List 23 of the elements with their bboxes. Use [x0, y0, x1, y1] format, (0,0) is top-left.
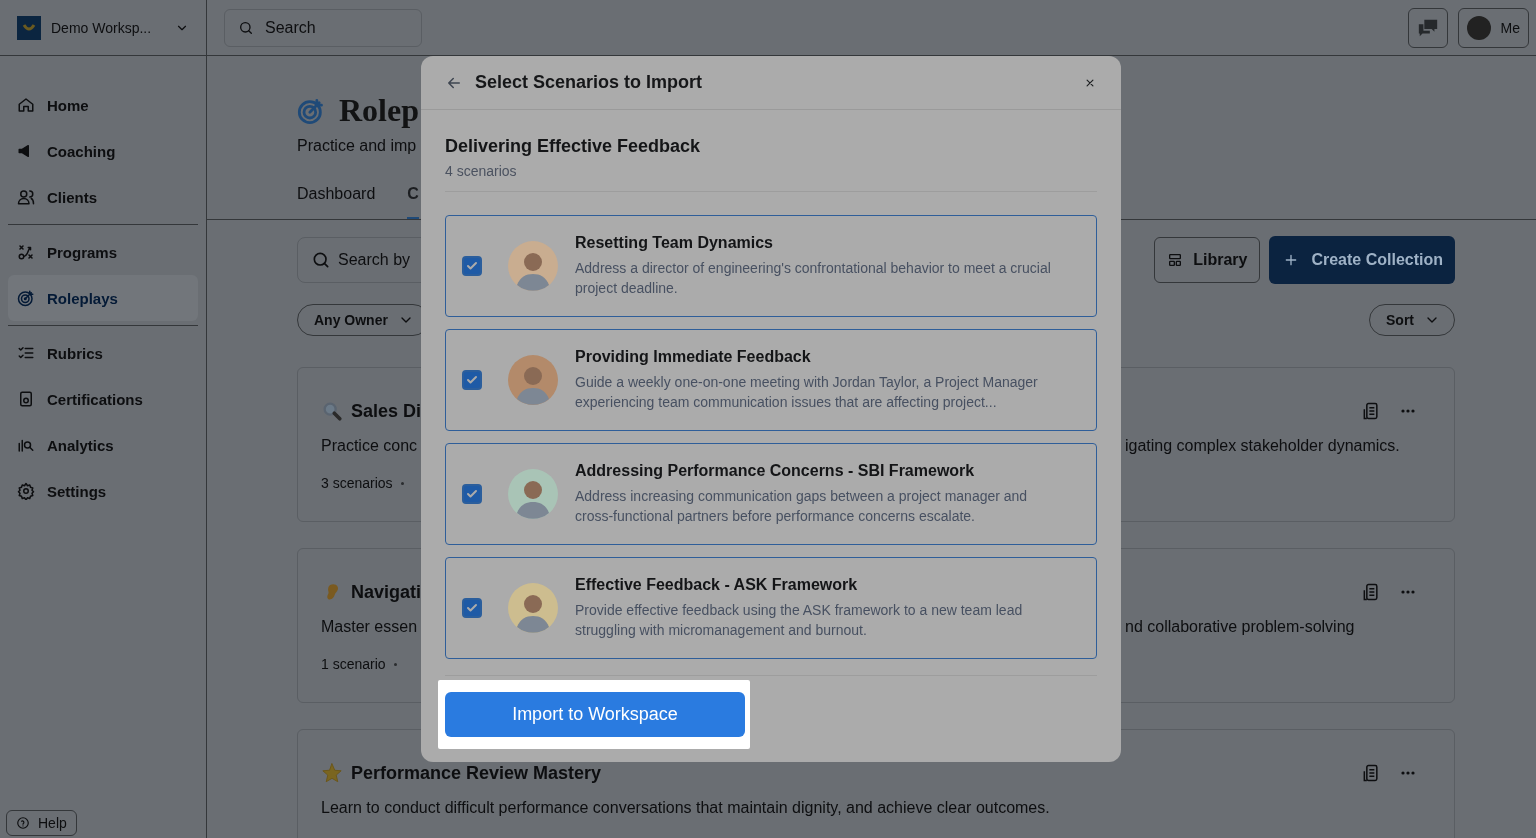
- collection-title: Navigati: [351, 581, 422, 603]
- collection-title: Sales Di: [351, 400, 422, 422]
- collection-description: Master essen: [321, 618, 418, 635]
- collection-description: Learn to conduct difficult performance conversations that maintain dignity, and achieve clear outcomes.: [321, 799, 1050, 816]
- scenario-count: 1 scenario: [321, 656, 386, 672]
- scenario-count: 4 scenarios: [445, 163, 518, 179]
- dialog-title: Select Scenarios to Import: [475, 72, 703, 93]
- scenario-description: Guide a weekly one-on-one meeting with Jordan Taylor, a Project Manager experiencing team communication issues that are affecting project...: [575, 373, 1039, 412]
- scenario-title: Providing Immediate Feedback: [575, 348, 812, 366]
- scenario-description: Address increasing communication gaps between a project manager and cross-functional partners before performance concerns escalate.: [575, 487, 1029, 526]
- collection-description: Practice conc: [321, 437, 418, 454]
- page-subtitle: Practice and imp: [297, 137, 417, 155]
- scenario-title: Resetting Team Dynamics: [575, 234, 774, 252]
- collection-title: Performance Review Mastery: [351, 762, 602, 784]
- scenario-count: 3 scenarios: [321, 475, 393, 491]
- scenario-title: Effective Feedback - ASK Framework: [575, 576, 859, 594]
- page-title: Rolep: [339, 92, 419, 129]
- scenario-title: Addressing Performance Concerns - SBI Framework: [575, 462, 976, 480]
- scenario-description: Provide effective feedback using the ASK framework to a new team lead struggling with micromanagement and burnout.: [575, 601, 1024, 640]
- scenario-description: Address a director of engineering's confrontational behavior to meet a crucial project deadline.: [575, 259, 1052, 298]
- collection-description: nd collaborative problem-solving: [1125, 618, 1355, 636]
- collection-description: igating complex stakeholder dynamics.: [1125, 437, 1400, 455]
- collection-title: Delivering Effective Feedback: [445, 136, 702, 157]
